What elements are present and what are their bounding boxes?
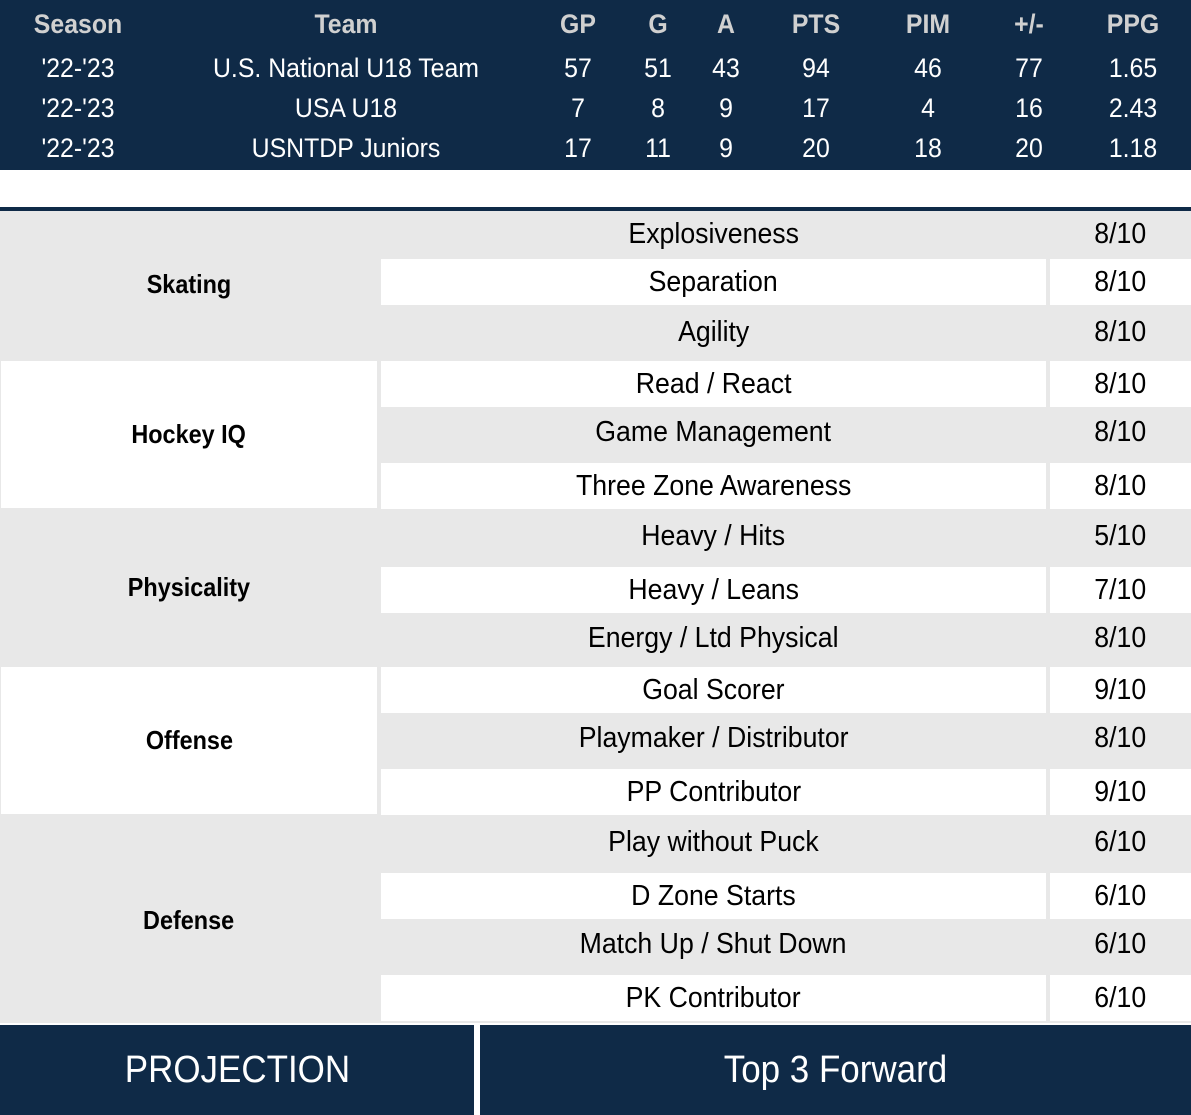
skill-name: Game Management xyxy=(381,407,1046,463)
skill-score: 8/10 xyxy=(1050,211,1191,257)
header-a: A xyxy=(717,9,735,39)
cell-season: '22-'23 xyxy=(41,53,115,83)
cell-pts: 17 xyxy=(802,93,830,123)
stats-row: '22-'23 USA U18 7 8 9 17 4 16 2.43 xyxy=(0,88,1191,128)
skill-score: 6/10 xyxy=(1050,873,1191,919)
category-label: Physicality xyxy=(127,572,251,602)
cell-team: U.S. National U18 Team xyxy=(212,53,480,83)
skill-score: 6/10 xyxy=(1050,975,1191,1021)
skill-name: D Zone Starts xyxy=(381,873,1046,919)
header-pts: PTS xyxy=(791,9,841,39)
skill-score: 8/10 xyxy=(1050,307,1191,357)
skill-score: 5/10 xyxy=(1050,511,1191,567)
cell-ppg: 2.43 xyxy=(1108,93,1158,123)
cell-g: 8 xyxy=(651,93,665,123)
skill-name: Play without Puck xyxy=(381,817,1046,873)
cell-g: 11 xyxy=(645,133,671,163)
header-g: G xyxy=(648,9,668,39)
skill-score: 8/10 xyxy=(1050,361,1191,407)
skill-score: 8/10 xyxy=(1050,613,1191,664)
skill-score: 9/10 xyxy=(1050,667,1191,713)
cell-gp: 17 xyxy=(564,133,592,163)
stats-row: '22-'23 U.S. National U18 Team 57 51 43 … xyxy=(0,48,1191,88)
cell-plus-minus: 20 xyxy=(1015,133,1043,163)
cell-pts: 94 xyxy=(802,53,830,83)
category-offense: Offense xyxy=(1,667,377,814)
header-ppg: PPG xyxy=(1106,9,1160,39)
skill-name: Read / React xyxy=(381,361,1046,407)
header-team: Team xyxy=(314,9,378,39)
category-label: Skating xyxy=(146,269,232,299)
skill-score: 8/10 xyxy=(1050,463,1191,509)
cell-gp: 57 xyxy=(564,53,592,83)
cell-gp: 7 xyxy=(571,93,585,123)
skill-score: 8/10 xyxy=(1050,259,1191,305)
skill-name: PP Contributor xyxy=(381,769,1046,815)
skill-score: 8/10 xyxy=(1050,407,1191,463)
projection-label: PROJECTION xyxy=(0,1025,474,1115)
skill-score: 8/10 xyxy=(1050,713,1191,769)
cell-a: 9 xyxy=(719,93,733,123)
cell-team: USNTDP Juniors xyxy=(251,133,441,163)
cell-season: '22-'23 xyxy=(41,93,115,123)
skill-name: Match Up / Shut Down xyxy=(381,919,1046,975)
header-gp: GP xyxy=(560,9,596,39)
cell-ppg: 1.18 xyxy=(1108,133,1158,163)
skill-name: Goal Scorer xyxy=(381,667,1046,713)
cell-a: 43 xyxy=(712,53,740,83)
cell-pim: 18 xyxy=(914,133,942,163)
skill-name: Agility xyxy=(381,307,1046,357)
stats-table: Season Team GP G A PTS PIM +/- PPG '22-'… xyxy=(0,0,1191,170)
skill-name: Heavy / Leans xyxy=(381,567,1046,613)
category-skating: Skating xyxy=(1,211,377,358)
cell-ppg: 1.65 xyxy=(1108,53,1158,83)
cell-pts: 20 xyxy=(802,133,830,163)
cell-plus-minus: 77 xyxy=(1015,53,1043,83)
cell-g: 51 xyxy=(644,53,672,83)
skill-score: 6/10 xyxy=(1050,919,1191,975)
cell-season: '22-'23 xyxy=(41,133,115,163)
cell-plus-minus: 16 xyxy=(1015,93,1043,123)
skill-name: PK Contributor xyxy=(381,975,1046,1021)
cell-team: USA U18 xyxy=(294,93,398,123)
stats-row: '22-'23 USNTDP Juniors 17 11 9 20 18 20 … xyxy=(0,128,1191,168)
skill-name: Energy / Ltd Physical xyxy=(381,613,1046,664)
category-label: Hockey IQ xyxy=(131,419,247,449)
ratings-table: Skating Hockey IQ Physicality Offense De… xyxy=(0,211,1191,1023)
category-hockey-iq: Hockey IQ xyxy=(1,361,377,508)
skill-name: Separation xyxy=(381,259,1046,305)
header-pim: PIM xyxy=(905,9,951,39)
header-plus-minus: +/- xyxy=(1014,9,1044,39)
category-label: Defense xyxy=(143,904,235,935)
skill-name: Playmaker / Distributor xyxy=(381,713,1046,769)
projection-value: Top 3 Forward xyxy=(480,1025,1191,1115)
category-defense: Defense xyxy=(1,817,377,1023)
category-physicality: Physicality xyxy=(1,511,377,664)
header-season: Season xyxy=(33,9,123,39)
stats-header-row: Season Team GP G A PTS PIM +/- PPG xyxy=(0,4,1191,44)
skill-score: 9/10 xyxy=(1050,769,1191,815)
skill-name: Explosiveness xyxy=(381,211,1046,257)
skill-score: 6/10 xyxy=(1050,817,1191,873)
category-label: Offense xyxy=(145,725,233,755)
skill-score: 7/10 xyxy=(1050,567,1191,613)
skill-name: Heavy / Hits xyxy=(381,511,1046,567)
cell-a: 9 xyxy=(719,133,733,163)
cell-pim: 46 xyxy=(914,53,942,83)
cell-pim: 4 xyxy=(921,93,935,123)
skill-name: Three Zone Awareness xyxy=(381,463,1046,509)
